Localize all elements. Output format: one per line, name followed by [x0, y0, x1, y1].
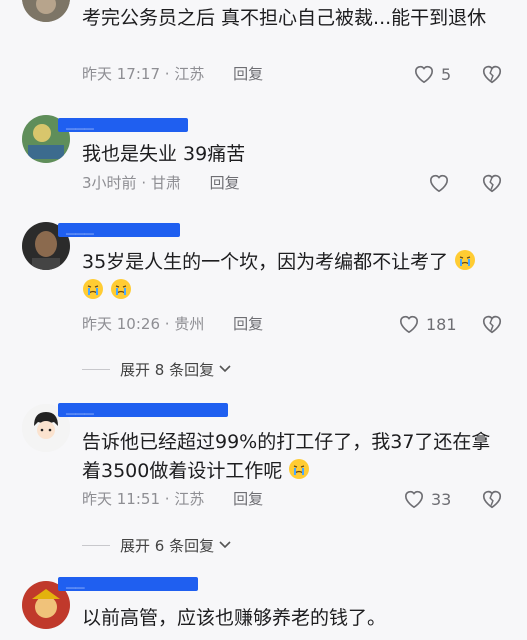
avatar[interactable]	[22, 0, 70, 22]
comment-text: 我也是失业 39痛苦	[82, 143, 246, 165]
comment-location: 江苏	[174, 490, 205, 508]
like-button[interactable]	[428, 172, 450, 194]
comment-text-content: 告诉他已经超过99%的打工仔了，我37了还在拿着3500做着设计工作呢	[82, 431, 491, 482]
comment-meta: 昨天 11:51 · 江苏 回复	[82, 489, 263, 509]
like-button[interactable]: 181	[398, 313, 457, 335]
comment-meta: 昨天 10:26 · 贵州 回复	[82, 314, 263, 334]
comment-text: 告诉他已经超过99%的打工仔了，我37了还在拿着3500做着设计工作呢	[82, 428, 500, 486]
expand-replies-button[interactable]: 展开 6 条回复	[82, 534, 232, 556]
reply-button[interactable]: 回复	[233, 65, 263, 83]
reply-button[interactable]: 回复	[210, 174, 240, 192]
comment-time: 昨天 10:26	[82, 315, 160, 333]
like-count: 181	[426, 314, 457, 334]
meta-separator: ·	[160, 315, 175, 333]
crying-emoji-icon	[289, 459, 310, 479]
crying-emoji-icon	[455, 250, 476, 270]
comment-text: 以前高管，应该也赚够养老的钱了。	[82, 607, 387, 629]
redacted-username: ▁▁▁	[58, 221, 180, 237]
redacted-username: ▁▁▁	[58, 401, 228, 417]
expand-replies-label: 展开 6 条回复	[120, 536, 215, 555]
comment-time: 昨天 17:17	[82, 65, 160, 83]
chevron-down-icon	[219, 365, 231, 373]
expand-replies-button[interactable]: 展开 8 条回复	[82, 358, 232, 380]
heart-icon	[429, 174, 449, 193]
heart-icon	[404, 490, 424, 509]
comment-location: 江苏	[174, 65, 205, 83]
comment-text: 考完公务员之后 真不担心自己被裁...能干到退休	[82, 7, 487, 29]
comment-time: 昨天 11:51	[82, 490, 160, 508]
divider-line	[82, 544, 110, 546]
meta-separator: ·	[160, 490, 175, 508]
redacted-username: ▁▁▁	[58, 116, 188, 132]
broken-heart-icon[interactable]	[481, 313, 503, 335]
comment-text-content: 35岁是人生的一个坎，因为考编都不让考了	[82, 251, 449, 273]
comment-location: 贵州	[174, 315, 205, 333]
redacted-username: ▁▁	[58, 575, 198, 591]
broken-heart-icon[interactable]	[481, 488, 503, 510]
comment-time: 3小时前	[82, 174, 137, 192]
heart-icon	[399, 315, 419, 334]
crying-emoji-icon	[111, 279, 132, 299]
heart-icon	[414, 65, 434, 84]
meta-separator: ·	[160, 65, 175, 83]
chevron-down-icon	[219, 541, 231, 549]
crying-emoji-icon	[83, 279, 103, 299]
comment-meta: 昨天 17:17 · 江苏 回复	[82, 64, 263, 84]
comment-text: 35岁是人生的一个坎，因为考编都不让考了	[82, 248, 502, 306]
meta-separator: ·	[136, 174, 151, 192]
broken-heart-icon[interactable]	[481, 172, 503, 194]
divider-line	[82, 368, 110, 370]
comment-location: 甘肃	[150, 174, 181, 192]
reply-button[interactable]: 回复	[233, 490, 263, 508]
broken-heart-icon[interactable]	[481, 63, 503, 85]
comment-meta: 3小时前 · 甘肃 回复	[82, 173, 240, 193]
expand-replies-label: 展开 8 条回复	[120, 360, 215, 379]
like-button[interactable]: 5	[413, 63, 451, 85]
like-count: 5	[441, 64, 452, 84]
like-count: 33	[431, 489, 452, 509]
like-button[interactable]: 33	[403, 488, 451, 510]
reply-button[interactable]: 回复	[233, 315, 263, 333]
